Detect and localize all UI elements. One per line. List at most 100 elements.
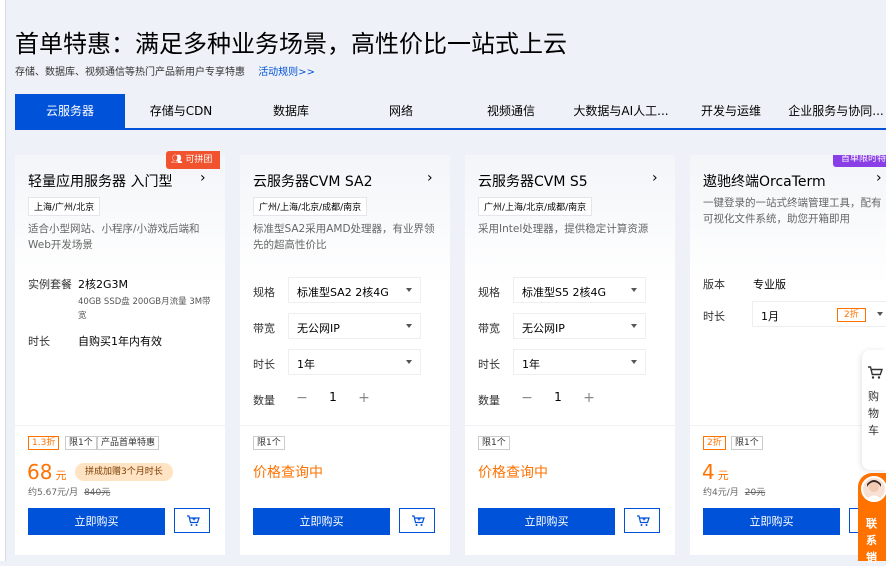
buy-now-button[interactable]: 立即购买 (478, 508, 615, 535)
duration-select[interactable]: 1月 2折 (752, 301, 886, 327)
cart-icon (187, 515, 200, 526)
caret-down-icon (406, 360, 412, 364)
duration-select[interactable]: 1年 (513, 349, 646, 375)
buy-now-button[interactable]: 立即购买 (253, 508, 390, 535)
page-subtitle: 存储、数据库、视频通信等热门产品新用户专享特惠 活动规则>> (15, 63, 315, 78)
floating-contact-sales[interactable]: 联系销 (858, 473, 886, 564)
product-card-cvm-s5: 云服务器CVM S5 › 广州/上海/北京/成都/南京 采用Intel处理器，提… (465, 155, 675, 555)
activity-rules-link[interactable]: 活动规则>> (258, 67, 315, 78)
group-icon: 👥︎ (171, 155, 183, 165)
chevron-right-icon[interactable]: › (200, 170, 206, 186)
quantity-label: 数量 (253, 394, 275, 407)
page-left-edge (0, 0, 6, 561)
price-amount: 4 (702, 460, 715, 484)
discount-tag: 1.3折 (28, 436, 60, 450)
spec-select[interactable]: 标准型S5 2核4G (513, 277, 646, 303)
product-description: 适合小型网站、小程序/小游戏后端和Web开发场景 (28, 223, 200, 251)
product-card-lighthouse: 👥︎ 可拼团 轻量应用服务器 入门型 › 上海/广州/北京 适合小型网站、小程序… (15, 151, 225, 555)
tab-cloud-server[interactable]: 云服务器 (15, 94, 125, 128)
minus-icon[interactable]: − (517, 388, 537, 408)
region-tag: 广州/上海/北京/成都/南京 (253, 197, 368, 216)
plus-icon[interactable]: + (354, 388, 374, 408)
spec-label: 规格 (253, 286, 275, 299)
product-name[interactable]: 云服务器CVM SA2 (253, 171, 373, 191)
duration-select-value: 1年 (522, 358, 540, 371)
duration-label: 时长 (478, 358, 500, 371)
region-tag: 上海/广州/北京 (28, 197, 101, 216)
price-querying: 价格查询中 (478, 465, 548, 481)
chevron-right-icon[interactable]: › (427, 170, 433, 186)
cart-icon (868, 366, 883, 379)
product-card-cvm-sa2: 云服务器CVM SA2 › 广州/上海/北京/成都/南京 标准型SA2采用AMD… (240, 155, 450, 555)
tab-network[interactable]: 网络 (346, 94, 456, 128)
spec-select-value: 标准型SA2 2核4G (297, 286, 389, 299)
add-to-cart-button[interactable] (174, 508, 210, 533)
price-amount: 68 (27, 460, 53, 484)
cart-icon (412, 515, 425, 526)
spec-select[interactable]: 标准型SA2 2核4G (288, 277, 421, 303)
floating-cart[interactable]: 购物车 (862, 350, 886, 470)
price-note: 约5.67元/月 840元 (28, 485, 110, 498)
product-card-orcaterm: 首单限时特 遨驰终端OrcaTerm › 一键登录的一站式终端管理工具，配有可视… (690, 155, 886, 555)
agent-avatar-image (866, 480, 882, 500)
spec-detail: 40GB SSD盘 200GB月流量 3M带宽 (78, 297, 211, 321)
promo-pill: 拼成加赠3个月时长 (75, 463, 173, 481)
duration-value: 自购买1年内有效 (78, 335, 162, 348)
tab-bigdata-ai[interactable]: 大数据与AI人工... (566, 94, 676, 128)
bandwidth-select[interactable]: 无公网IP (513, 313, 646, 339)
bandwidth-label: 带宽 (478, 322, 500, 335)
cart-icon (637, 515, 650, 526)
tab-storage-cdn[interactable]: 存储与CDN (126, 94, 236, 128)
original-price: 840元 (84, 488, 111, 498)
version-label: 版本 (703, 278, 725, 291)
bandwidth-select[interactable]: 无公网IP (288, 313, 421, 339)
floating-cart-label: 购物车 (868, 390, 879, 437)
quantity-stepper: − 1 + (288, 385, 378, 411)
price-unit: 元 (717, 469, 729, 482)
limit-tag: 限1个 (65, 436, 97, 450)
price-querying: 价格查询中 (253, 465, 323, 481)
quantity-value[interactable]: 1 (543, 390, 573, 404)
add-to-cart-button[interactable] (624, 508, 660, 533)
page-title: 首单特惠：满足多种业务场景，高性价比一站式上云 (15, 30, 567, 58)
chevron-right-icon[interactable]: › (652, 170, 658, 186)
subtitle-text: 存储、数据库、视频通信等热门产品新用户专享特惠 (15, 67, 245, 78)
original-price: 20元 (744, 488, 766, 498)
product-name[interactable]: 轻量应用服务器 入门型 (28, 171, 172, 191)
buy-now-button[interactable]: 立即购买 (28, 508, 165, 535)
duration-select[interactable]: 1年 (288, 349, 421, 375)
bandwidth-label: 带宽 (253, 322, 275, 335)
limit-tag: 限1个 (478, 436, 510, 450)
spec-value: 2核2G3M (78, 278, 129, 291)
group-buy-badge: 👥︎ 可拼团 (166, 151, 221, 169)
tab-database[interactable]: 数据库 (236, 94, 346, 128)
duration-label: 时长 (703, 310, 725, 323)
discount-tag: 2折 (703, 436, 726, 450)
caret-down-icon (631, 360, 637, 364)
bandwidth-select-value: 无公网IP (297, 322, 340, 335)
price-note: 约4元/月 20元 (703, 485, 765, 498)
floating-contact-label: 联系销 (866, 517, 877, 564)
buy-now-button[interactable]: 立即购买 (703, 508, 840, 535)
duration-discount-tag: 2折 (837, 308, 866, 322)
chevron-right-icon[interactable]: › (876, 170, 882, 186)
quantity-value[interactable]: 1 (318, 390, 348, 404)
monthly-price: 约4元/月 (703, 488, 739, 498)
spec-label: 实例套餐 (28, 278, 72, 291)
caret-down-icon (406, 324, 412, 328)
minus-icon[interactable]: − (292, 388, 312, 408)
caret-down-icon (631, 288, 637, 292)
add-to-cart-button[interactable] (399, 508, 435, 533)
product-name[interactable]: 遨驰终端OrcaTerm (703, 171, 826, 191)
quantity-stepper: − 1 + (513, 385, 603, 411)
first-order-tag: 产品首单特惠 (97, 436, 160, 450)
product-name[interactable]: 云服务器CVM S5 (478, 171, 588, 191)
bandwidth-select-value: 无公网IP (522, 322, 565, 335)
price: 4元 (702, 460, 729, 484)
plus-icon[interactable]: + (579, 388, 599, 408)
category-tabs: 云服务器 存储与CDN 数据库 网络 视频通信 大数据与AI人工... 开发与运… (15, 94, 886, 130)
tab-enterprise[interactable]: 企业服务与协同... (786, 94, 886, 128)
tab-devops[interactable]: 开发与运维 (676, 94, 786, 128)
tab-video-communication[interactable]: 视频通信 (456, 94, 566, 128)
region-tag: 广州/上海/北京/成都/南京 (478, 197, 593, 216)
